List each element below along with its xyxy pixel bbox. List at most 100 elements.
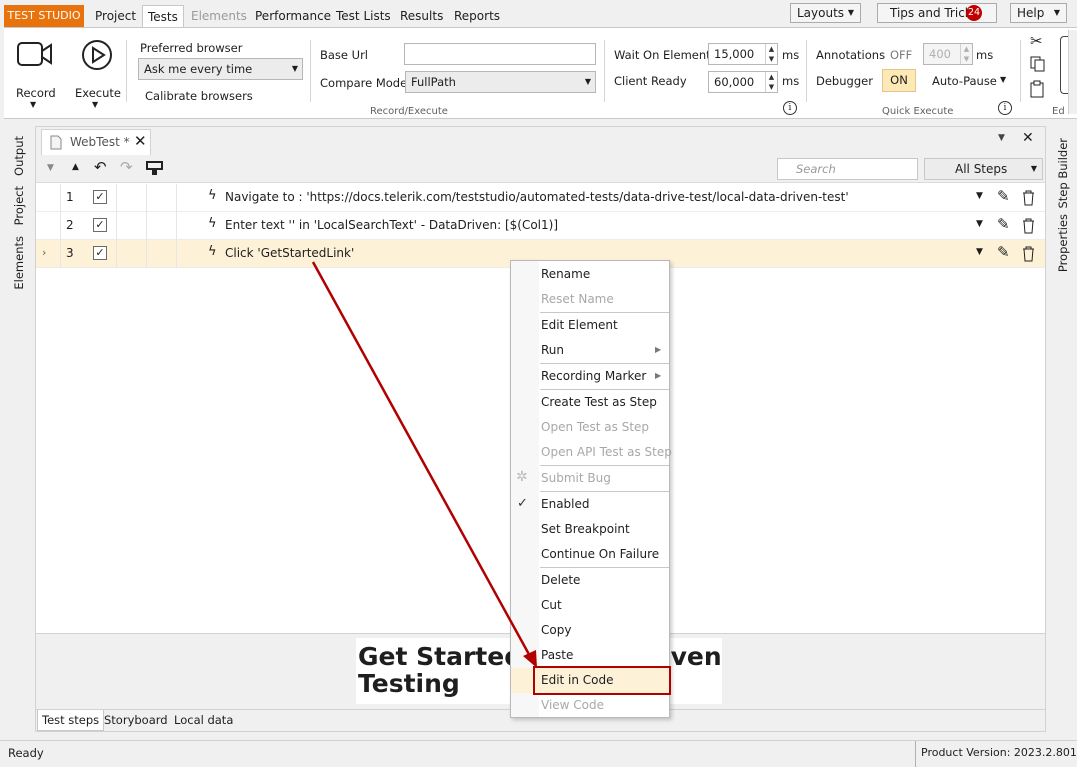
tab-test-steps[interactable]: Test steps [37,710,105,731]
tips-and-tricks-button[interactable]: Tips and Tricks 24 [877,3,997,23]
play-icon [82,40,112,70]
ribbon-divider [126,40,127,102]
tab-test-lists[interactable]: Test Lists [332,5,395,27]
lightning-icon: ϟ [208,216,217,231]
brand-tab[interactable]: TEST STUDIO [4,5,84,27]
spinner-arrows[interactable]: ▲ ▼ [960,44,972,64]
undo-icon[interactable]: ↶ [94,158,107,176]
spinner-arrows[interactable]: ▲ ▼ [765,72,777,92]
menu-item-delete[interactable]: Delete [541,568,669,593]
edit-pencil-icon[interactable]: ✎ [997,215,1010,233]
tips-label: Tips and Tricks [890,6,979,20]
preferred-browser-select[interactable]: Ask me every time ▼ [138,58,303,80]
expand-step-icon[interactable]: ▼ [976,219,983,229]
step-row[interactable]: 1 ✓ ϟ Navigate to : 'https://docs.teleri… [36,184,1045,212]
trash-icon[interactable] [1022,190,1035,206]
info-icon[interactable]: i [998,101,1012,115]
edit-pencil-icon[interactable]: ✎ [997,243,1010,261]
tab-overflow-icon[interactable]: ▼ [998,133,1005,143]
menu-item-edit-element[interactable]: Edit Element [541,313,669,338]
sidebar-tab-step-builder[interactable]: Step Builder [1056,138,1070,209]
tab-results[interactable]: Results [396,5,447,27]
menu-item-create-test-as-step[interactable]: Create Test as Step [541,390,669,415]
annotations-toggle[interactable]: OFF [890,48,912,62]
menu-item-continue-on-failure[interactable]: Continue On Failure [541,542,669,567]
tab-performance[interactable]: Performance [251,5,335,27]
menu-item-reset-name[interactable]: Reset Name [541,287,669,312]
tab-reports[interactable]: Reports [450,5,504,27]
move-down-icon[interactable]: ▼ [47,163,54,173]
debugger-toggle[interactable]: ON [882,69,916,92]
move-up-icon[interactable]: ▲ [72,162,79,172]
sidebar-tab-elements[interactable]: Elements [12,236,26,290]
steps-filter-value: All Steps [955,162,1008,176]
bug-icon: ✲ [516,469,528,485]
menu-item-rename[interactable]: Rename [541,262,669,287]
compare-mode-select[interactable]: FullPath ▼ [405,71,596,93]
menu-item-submit-bug[interactable]: Submit Bug [541,466,669,491]
menu-item-set-breakpoint[interactable]: Set Breakpoint [541,517,669,542]
close-tab-icon[interactable]: ✕ [134,132,147,150]
step-enabled-checkbox[interactable]: ✓ [93,246,107,260]
sidebar-tab-properties[interactable]: Properties [1056,214,1070,272]
menu-item-open-api-test-as-step[interactable]: Open API Test as Step [541,440,672,465]
scissors-icon[interactable]: ✂ [1030,32,1043,50]
step-enabled-checkbox[interactable]: ✓ [93,190,107,204]
edit-pencil-icon[interactable]: ✎ [997,187,1010,205]
sidebar-tab-project[interactable]: Project [12,186,26,225]
tab-elements[interactable]: Elements [187,5,251,27]
auto-pause-label[interactable]: Auto-Pause [932,74,997,88]
layouts-dropdown[interactable]: Layouts ▼ [790,3,861,23]
menu-item-open-test-as-step[interactable]: Open Test as Step [541,415,669,440]
chevron-down-icon[interactable]: ▼ [1000,75,1006,84]
wait-on-elements-stepper[interactable]: 15,000 ▲ ▼ [708,43,778,65]
menu-item-cut[interactable]: Cut [541,593,669,618]
step-number: 2 [66,218,74,232]
trash-icon[interactable] [1022,218,1035,234]
status-text: Ready [8,746,44,760]
paste-icon[interactable] [1030,80,1046,98]
debugger-label: Debugger [816,74,873,88]
calibrate-browsers-button[interactable]: Calibrate browsers [145,89,253,103]
info-icon[interactable]: i [783,101,797,115]
redo-icon[interactable]: ↷ [120,158,133,176]
tab-tests[interactable]: Tests [142,5,184,27]
close-document-icon[interactable]: ✕ [1022,130,1034,146]
expand-step-icon[interactable]: ▼ [976,191,983,201]
tab-webtest[interactable]: WebTest * ✕ [41,129,151,155]
step-row[interactable]: 2 ✓ ϟ Enter text '' in 'LocalSearchText'… [36,212,1045,240]
menu-item-enabled[interactable]: Enabled [541,492,669,517]
tab-project[interactable]: Project [91,5,140,27]
sidebar-tab-output[interactable]: Output [12,136,26,176]
base-url-input[interactable] [404,43,596,65]
client-ready-stepper[interactable]: 60,000 ▲ ▼ [708,71,778,93]
status-divider [915,741,916,767]
annotations-value: 400 [929,47,951,61]
add-step-icon[interactable] [146,161,163,176]
spinner-arrows[interactable]: ▲ ▼ [765,44,777,64]
right-sidebar: Step Builder Properties [1049,126,1077,732]
search-input[interactable]: Search [777,158,918,180]
ribbon-scrollbar[interactable] [1068,30,1077,114]
chevron-down-icon: ▼ [847,8,854,17]
annotation-highlight-box [533,666,671,695]
menu-item-copy[interactable]: Copy [541,618,669,643]
menu-item-paste[interactable]: Paste [541,643,669,668]
menu-item-view-code[interactable]: View Code [541,693,669,718]
chevron-down-icon: ▼ [1030,164,1037,173]
menu-item-run[interactable]: Run [541,338,669,363]
chevron-down-icon: ▼ [1053,8,1060,17]
menu-item-recording-marker[interactable]: Recording Marker [541,364,669,389]
record-button[interactable]: Record ▼ [14,38,56,118]
record-label: Record [16,86,56,100]
expand-step-icon[interactable]: ▼ [976,247,983,257]
help-dropdown[interactable]: Help ▼ [1010,3,1067,23]
tab-local-data[interactable]: Local data [174,710,233,730]
trash-icon[interactable] [1022,246,1035,262]
tab-storyboard[interactable]: Storyboard [104,710,168,730]
execute-button[interactable]: Execute ▼ [72,38,121,118]
copy-icon[interactable] [1030,56,1046,72]
annotations-stepper[interactable]: 400 ▲ ▼ [923,43,973,65]
steps-filter-select[interactable]: All Steps ▼ [924,158,1043,180]
step-enabled-checkbox[interactable]: ✓ [93,218,107,232]
